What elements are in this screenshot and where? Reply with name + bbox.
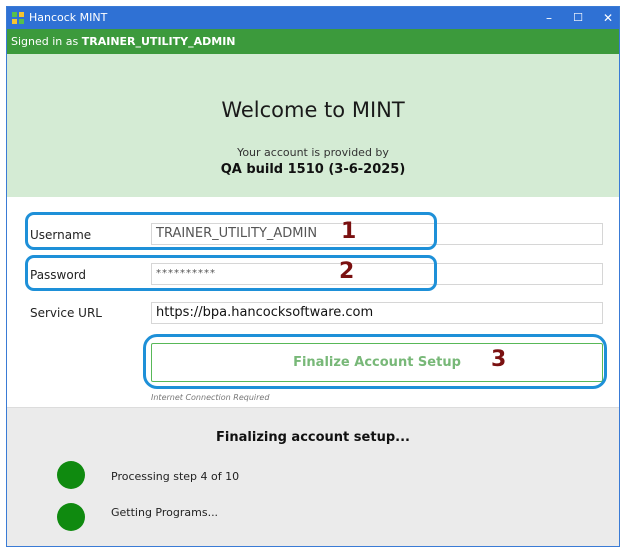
annotation-number-2: 2 xyxy=(339,259,355,284)
service-url-label: Service URL xyxy=(30,306,102,320)
account-form: Username TRAINER_UTILITY_ADMIN Password … xyxy=(23,197,607,409)
window-title: Hancock MINT xyxy=(29,11,108,24)
password-callout xyxy=(25,255,437,291)
close-button[interactable]: ✕ xyxy=(590,7,619,29)
app-logo-icon xyxy=(12,12,25,24)
mint-window: Hancock MINT – ☐ ✕ Signed in as TRAINER_… xyxy=(6,6,620,547)
username-callout xyxy=(25,212,437,250)
service-url-field[interactable]: https://bpa.hancocksoftware.com xyxy=(151,302,603,324)
signed-in-prefix: Signed in as xyxy=(11,35,82,48)
status-panel: Finalizing account setup... Processing s… xyxy=(7,407,619,546)
annotation-number-3: 3 xyxy=(491,347,507,372)
title-bar[interactable]: Hancock MINT – ☐ ✕ xyxy=(7,7,619,29)
provided-by-text: Your account is provided by xyxy=(237,146,389,159)
signed-in-bar: Signed in as TRAINER_UTILITY_ADMIN xyxy=(7,29,619,54)
step-status-dot xyxy=(57,461,85,489)
build-name: QA build 1510 (3-6-2025) xyxy=(220,162,406,177)
connection-note: Internet Connection Required xyxy=(151,393,270,402)
welcome-title: Welcome to MINT xyxy=(221,98,405,122)
welcome-header: Welcome to MINT Your account is provided… xyxy=(7,54,619,197)
step-text: Getting Programs... xyxy=(111,506,219,519)
signed-in-user: TRAINER_UTILITY_ADMIN xyxy=(81,35,236,48)
status-title: Finalizing account setup... xyxy=(216,430,410,445)
step-text: Processing step 4 of 10 xyxy=(111,470,240,483)
step-status-dot xyxy=(57,503,85,531)
annotation-number-1: 1 xyxy=(341,219,357,244)
finalize-callout xyxy=(143,334,607,389)
